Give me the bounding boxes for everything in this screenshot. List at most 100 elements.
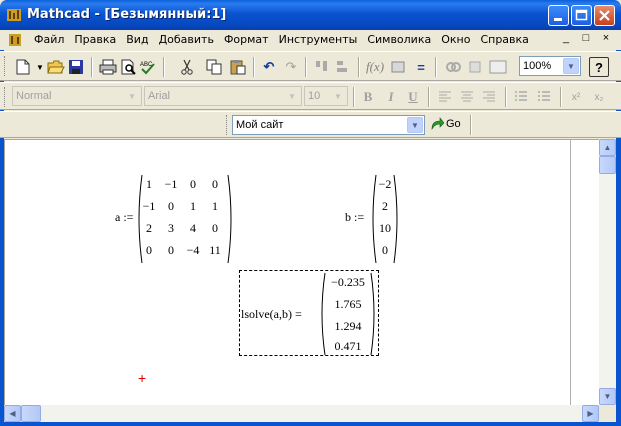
mathcad-app-icon [7,9,21,21]
vector-b[interactable]: −2 2 10 0 [369,174,401,264]
minimize-button[interactable] [548,5,569,26]
insert-function-icon[interactable]: f(x) [366,58,384,76]
toolbar-grip[interactable] [4,87,7,107]
font-size-value: 10 [308,90,321,102]
chevron-down-icon: ▼ [124,88,140,104]
new-document-icon[interactable] [14,58,32,76]
matrix-cell: 3 [168,221,174,235]
go-button[interactable]: Go [430,117,461,131]
left-paren [321,272,326,356]
worksheet[interactable]: a := 1 −1 0 0 −1 0 1 1 2 3 4 0 0 0 −4 11… [4,139,599,405]
toolbar-grip[interactable] [4,56,7,76]
resource-center-icon[interactable] [489,58,507,76]
matrix-cell: −4 [186,243,200,257]
align-center-text-icon[interactable] [458,88,476,106]
horizontal-scroll-thumb[interactable] [21,405,41,422]
bullet-list-icon[interactable] [512,88,530,106]
align-left-text-icon[interactable] [436,88,454,106]
font-value: Arial [148,90,171,102]
menu-symbolics[interactable]: Символика [362,33,436,46]
matrix-cell: 0 [168,199,174,213]
matrix-cell: −1 [164,177,178,191]
result-cell: 1.294 [334,319,362,333]
menu-tools[interactable]: Инструменты [274,33,363,46]
menu-window[interactable]: Окно [436,33,475,46]
numbered-list-icon[interactable] [535,88,553,106]
matrix-cell: 0 [212,177,218,191]
subscript-icon[interactable]: x₂ [590,88,608,106]
style-select[interactable]: Normal ▼ [12,86,142,106]
result-cell: −0.235 [331,275,365,289]
matrix-cell: 0 [168,243,174,257]
result-cell: 1.765 [334,297,362,311]
spell-check-icon[interactable]: ABC [139,58,157,76]
close-button[interactable] [594,5,615,26]
insertion-crosshair: + [138,370,147,386]
redo-icon[interactable]: ↷ [282,58,300,76]
doc-restore-button[interactable]: □ [579,32,593,44]
insert-hyperlink-icon[interactable] [444,58,462,76]
align-top-icon[interactable] [313,58,331,76]
font-size-select[interactable]: 10 ▼ [304,86,348,106]
undo-icon[interactable]: ↶ [260,58,278,76]
window-title: Mathcad - [Безымянный:1] [27,7,227,22]
menu-view[interactable]: Вид [121,33,153,46]
open-folder-icon[interactable] [47,58,65,76]
lsolve-region[interactable]: lsolve(a,b) = −0.235 1.765 1.294 0.471 [239,270,379,356]
menu-edit[interactable]: Правка [69,33,121,46]
copy-icon[interactable] [205,58,223,76]
insert-component-icon[interactable] [466,58,484,76]
align-right-text-icon[interactable] [480,88,498,106]
document-icon[interactable] [8,33,22,47]
insert-unit-icon[interactable] [389,58,407,76]
matrix-a[interactable]: 1 −1 0 0 −1 0 1 1 2 3 4 0 0 0 −4 11 [135,174,235,264]
help-button[interactable]: ? [589,57,609,77]
scroll-right-button[interactable]: ▶ [582,405,599,422]
scroll-down-button[interactable]: ▼ [599,388,616,405]
style-value: Normal [16,90,52,102]
save-icon[interactable] [67,58,85,76]
bold-button[interactable]: B [360,89,376,105]
doc-close-button[interactable]: × [599,32,613,44]
chevron-down-icon: ▼ [330,88,346,104]
result-vector: −0.235 1.765 1.294 0.471 [318,272,378,356]
lsolve-expression: lsolve(a,b) = [241,307,302,321]
right-paren [370,272,375,356]
menu-file[interactable]: Файл [29,33,69,46]
scroll-left-button[interactable]: ◀ [4,405,21,422]
superscript-icon[interactable]: x² [567,88,585,106]
toolbar-grip[interactable] [226,115,229,135]
matrix-cell: 2 [146,221,152,235]
print-preview-icon[interactable] [119,58,137,76]
italic-button[interactable]: I [383,89,399,105]
go-label: Go [446,118,461,130]
help-label: ? [595,59,603,75]
scroll-up-button[interactable]: ▲ [599,139,616,156]
paste-icon[interactable] [229,58,247,76]
maximize-button[interactable] [571,5,592,26]
result-cell: 0.471 [334,339,362,353]
doc-minimize-button[interactable]: _ [559,32,573,44]
vector-cell: 0 [382,243,388,257]
vertical-scroll-thumb[interactable] [599,156,616,174]
calculate-icon[interactable]: = [412,58,430,76]
print-icon[interactable] [99,58,117,76]
zoom-select[interactable]: 100% ▼ [519,56,581,76]
title-bar[interactable]: Mathcad - [Безымянный:1] [0,0,621,30]
menu-help[interactable]: Справка [475,33,533,46]
menu-format[interactable]: Формат [219,33,274,46]
matrix-cell: 0 [212,221,218,235]
menu-insert[interactable]: Добавить [154,33,219,46]
underline-button[interactable]: U [405,89,421,105]
matrix-a-definition-label[interactable]: a := [115,210,133,225]
vector-b-definition-label[interactable]: b := [345,210,364,225]
document-window-controls: _ □ × [559,32,613,44]
font-select[interactable]: Arial ▼ [144,86,302,106]
horizontal-scrollbar[interactable]: ◀ ▶ [4,405,599,422]
vertical-scrollbar[interactable]: ▲ ▼ [599,139,616,405]
menu-bar: Файл Правка Вид Добавить Формат Инструме… [0,30,621,50]
cut-icon[interactable] [178,58,196,76]
align-left-icon[interactable] [334,58,352,76]
resource-site-select[interactable]: Мой сайт ▼ [232,115,425,135]
matrix-cell: 4 [190,221,196,235]
